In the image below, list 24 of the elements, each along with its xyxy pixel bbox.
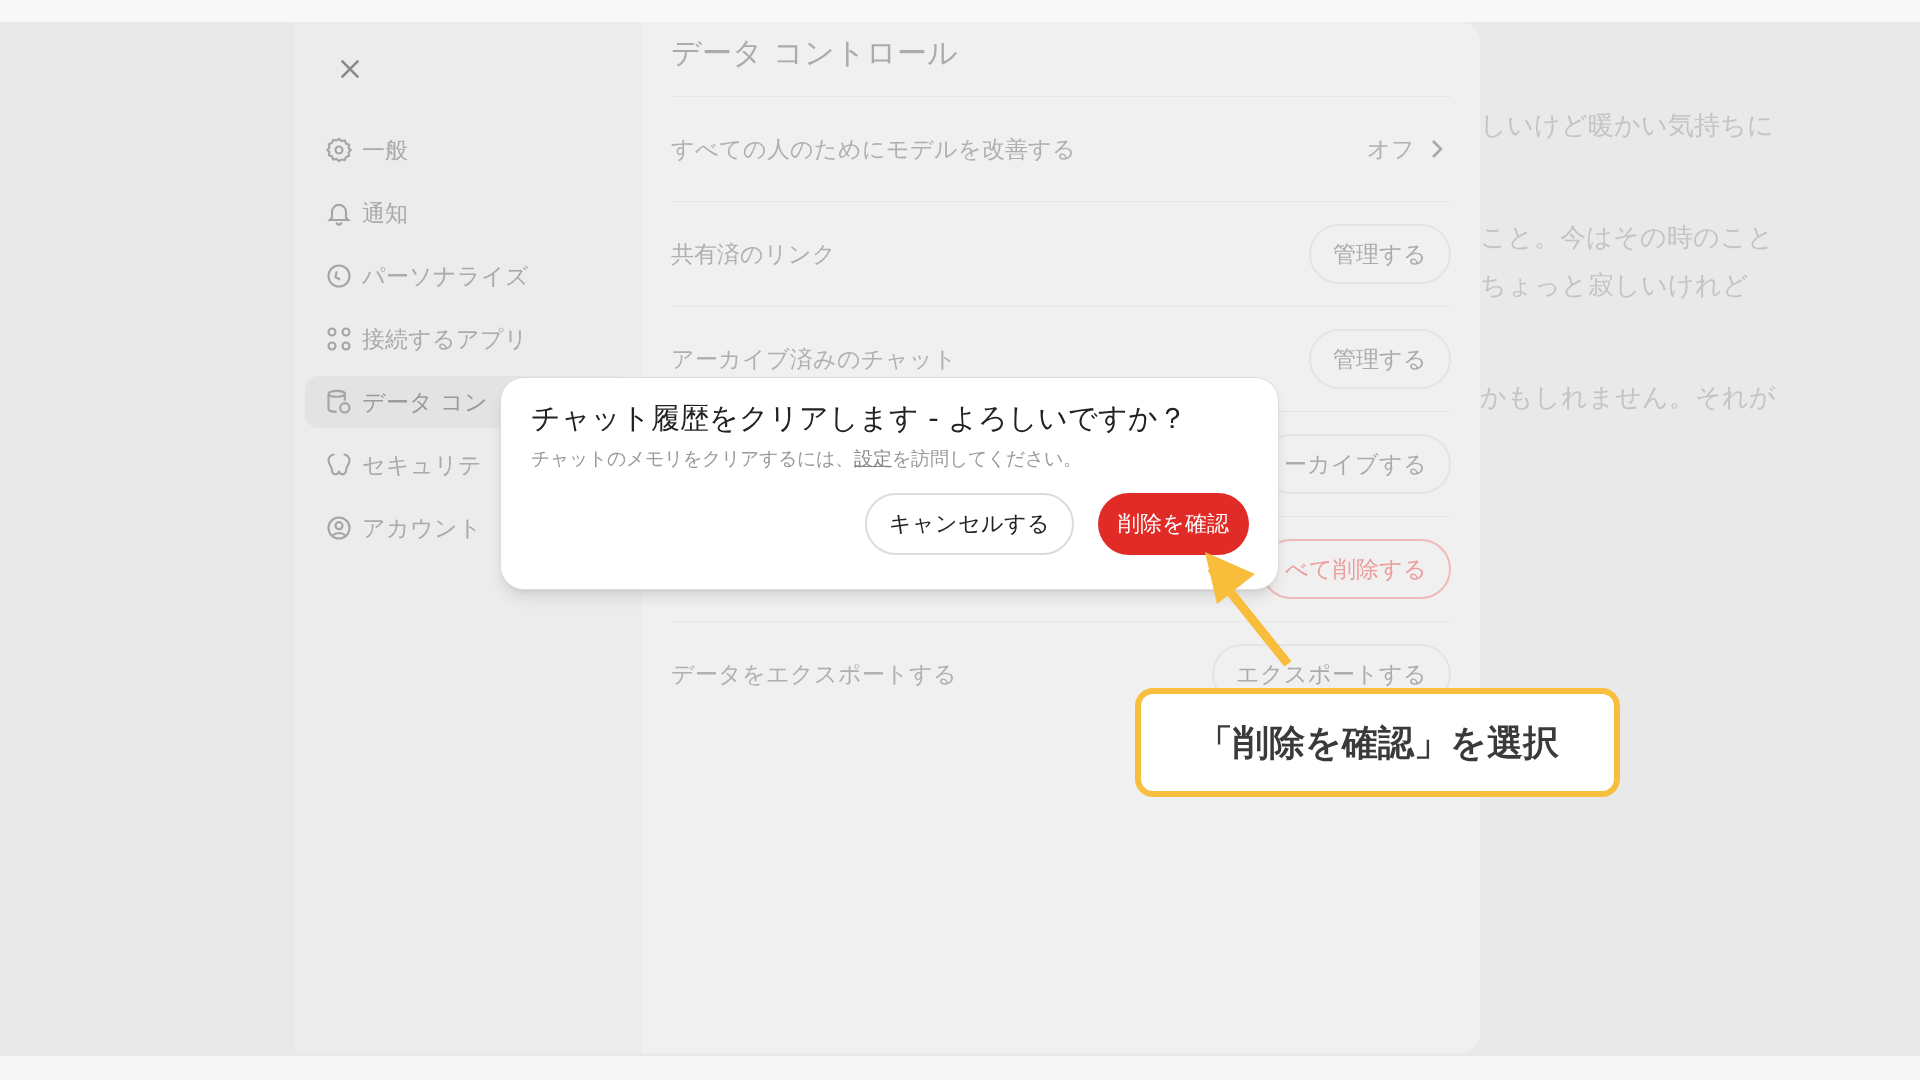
clock-icon xyxy=(325,262,353,290)
database-icon xyxy=(325,388,353,416)
dialog-message: チャットのメモリをクリアするには、設定を訪問してください。 xyxy=(531,446,1083,471)
sidebar-item[interactable]: アカウント xyxy=(305,502,631,554)
sidebar-item[interactable]: 通知 xyxy=(305,187,631,239)
cancel-button[interactable]: キャンセルする xyxy=(865,492,1074,555)
chevron-icon xyxy=(1431,139,1443,159)
setting-label: すべての人のためにモデルを改善する xyxy=(671,134,1076,164)
value-link[interactable]: オフ xyxy=(1367,131,1451,167)
sidebar-item[interactable]: パーソナライズ xyxy=(305,250,631,302)
apps-icon xyxy=(325,325,353,353)
setting-button[interactable]: 管理する xyxy=(1309,329,1451,389)
settings-link[interactable]: 設定 xyxy=(854,447,892,469)
setting-label: アーカイブ済みのチャット xyxy=(671,344,957,374)
sidebar-item[interactable]: 一般 xyxy=(305,124,631,176)
user-icon xyxy=(325,514,353,542)
sidebar-item[interactable]: 接続するアプリ xyxy=(305,313,631,365)
page-title: データ コントロール xyxy=(671,22,1451,97)
setting-label: 共有済のリンク xyxy=(671,239,836,269)
callout-text: 「削除を確認」を選択 xyxy=(1196,720,1559,765)
setting-label: データをエクスポートする xyxy=(671,659,957,689)
confirm-delete-button[interactable]: 削除を確認 xyxy=(1098,492,1249,555)
setting-button[interactable]: 管理する xyxy=(1309,224,1451,284)
settings-icon xyxy=(325,136,353,164)
